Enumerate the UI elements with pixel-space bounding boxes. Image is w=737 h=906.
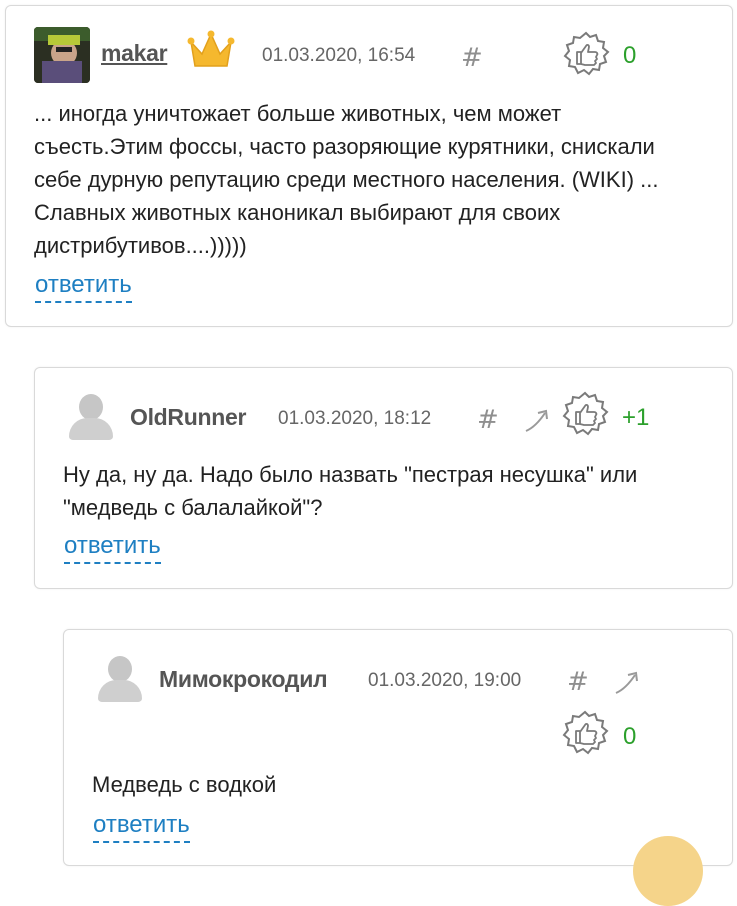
username[interactable]: Мимокрокодил xyxy=(159,666,328,693)
reply-link[interactable]: ответить xyxy=(64,532,161,564)
avatar[interactable] xyxy=(34,27,90,83)
scroll-up-button[interactable] xyxy=(633,836,703,906)
score-value: +1 xyxy=(622,404,650,431)
reply-link[interactable]: ответить xyxy=(35,271,132,303)
score-value: 0 xyxy=(623,42,637,69)
comment-card: makar 01.03.2020, 16:54 # 0 ... иногда у… xyxy=(5,5,733,327)
thumbs-up-icon[interactable] xyxy=(561,390,609,443)
comment-text: Медведь с водкой xyxy=(92,772,277,797)
comment-text: ... иногда уничтожает больше животных, ч… xyxy=(34,101,659,258)
hash-icon[interactable]: # xyxy=(567,667,589,697)
crown-icon xyxy=(186,28,236,77)
score-value: 0 xyxy=(623,723,637,750)
comment-card: OldRunner 01.03.2020, 18:12 # +1 Ну да, … xyxy=(34,367,733,589)
comment-card: Мимокрокодил 01.03.2020, 19:00 # 0 Медве… xyxy=(63,629,733,866)
parent-arrow-icon[interactable] xyxy=(613,668,645,701)
hash-icon[interactable]: # xyxy=(461,43,483,73)
hash-icon[interactable]: # xyxy=(477,405,499,435)
parent-arrow-icon[interactable] xyxy=(523,406,555,439)
thumbs-up-icon[interactable] xyxy=(561,709,609,762)
thumbs-up-icon[interactable] xyxy=(562,30,610,83)
username[interactable]: makar xyxy=(101,40,168,67)
timestamp[interactable]: 01.03.2020, 16:54 xyxy=(262,45,415,67)
username[interactable]: OldRunner xyxy=(130,404,246,431)
default-avatar-icon[interactable] xyxy=(96,654,142,704)
timestamp[interactable]: 01.03.2020, 18:12 xyxy=(278,408,431,430)
default-avatar-icon[interactable] xyxy=(67,392,113,442)
reply-link[interactable]: ответить xyxy=(93,811,190,843)
comment-text: Ну да, ну да. Надо было назвать "пестрая… xyxy=(63,462,638,520)
timestamp[interactable]: 01.03.2020, 19:00 xyxy=(368,670,521,692)
